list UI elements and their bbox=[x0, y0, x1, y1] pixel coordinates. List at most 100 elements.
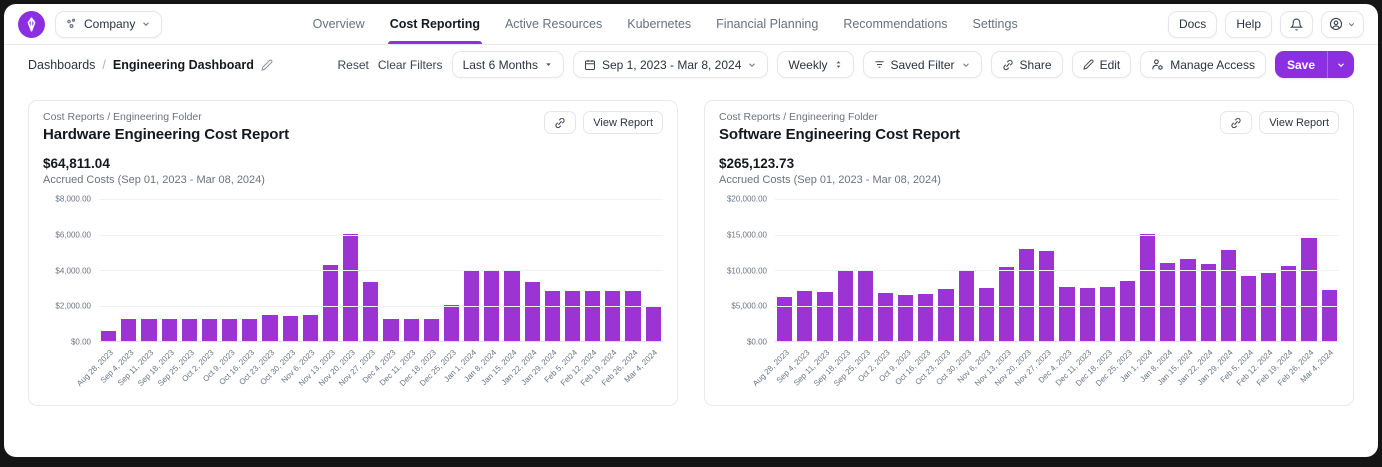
chart-bar[interactable] bbox=[545, 291, 560, 341]
chart-bar[interactable] bbox=[162, 319, 177, 341]
copy-link-button[interactable] bbox=[544, 111, 576, 134]
chart-bar[interactable] bbox=[525, 282, 540, 341]
save-button[interactable]: Save bbox=[1275, 51, 1327, 78]
chart-bar[interactable] bbox=[383, 319, 398, 341]
org-icon bbox=[66, 18, 78, 30]
breadcrumb-dashboards-link[interactable]: Dashboards bbox=[28, 58, 95, 72]
chart-bar[interactable] bbox=[565, 291, 580, 341]
nav-item-settings[interactable]: Settings bbox=[973, 4, 1018, 44]
granularity-label: Weekly bbox=[788, 58, 827, 72]
chart-bar[interactable] bbox=[262, 315, 277, 341]
chart-bar[interactable] bbox=[1322, 290, 1337, 341]
docs-button[interactable]: Docs bbox=[1168, 11, 1217, 38]
save-split-button[interactable]: Save bbox=[1275, 51, 1354, 78]
chart-bar[interactable] bbox=[121, 319, 136, 341]
granularity-select[interactable]: Weekly bbox=[777, 51, 853, 78]
chart-bar[interactable] bbox=[363, 282, 378, 341]
chart-bar[interactable] bbox=[1019, 249, 1034, 341]
chart-bar[interactable] bbox=[938, 289, 953, 341]
help-button[interactable]: Help bbox=[1225, 11, 1272, 38]
rename-pencil-icon[interactable] bbox=[261, 59, 273, 71]
chart-bar[interactable] bbox=[343, 234, 358, 341]
account-menu-button[interactable] bbox=[1321, 11, 1364, 38]
chart-bar[interactable] bbox=[444, 305, 459, 341]
gridline bbox=[775, 235, 1339, 236]
chart-bar[interactable] bbox=[817, 292, 832, 341]
gridline bbox=[775, 306, 1339, 307]
copy-link-button[interactable] bbox=[1220, 111, 1252, 134]
chart-bar[interactable] bbox=[101, 331, 116, 341]
dashboard-toolbar: Dashboards / Engineering Dashboard Reset… bbox=[4, 45, 1378, 84]
chart-bar[interactable] bbox=[999, 267, 1014, 341]
time-range-dropdown[interactable]: Last 6 Months bbox=[452, 51, 564, 78]
nav-item-cost-reporting[interactable]: Cost Reporting bbox=[390, 4, 480, 44]
card-actions: View Report bbox=[544, 111, 663, 134]
chart-bar[interactable] bbox=[1301, 238, 1316, 341]
chart-bar[interactable] bbox=[1100, 287, 1115, 341]
total-cost-value: $64,811.04 bbox=[43, 156, 663, 171]
chart-bar[interactable] bbox=[1281, 266, 1296, 341]
docs-label: Docs bbox=[1179, 17, 1206, 31]
view-report-button[interactable]: View Report bbox=[1259, 111, 1339, 134]
chart-bar[interactable] bbox=[1201, 264, 1216, 341]
chart-bar[interactable] bbox=[1140, 234, 1155, 341]
share-button[interactable]: Share bbox=[991, 51, 1063, 78]
chevron-down-icon bbox=[961, 60, 971, 70]
chart-bar[interactable] bbox=[646, 306, 661, 341]
nav-item-overview[interactable]: Overview bbox=[313, 4, 365, 44]
chart-bar[interactable] bbox=[303, 315, 318, 341]
chart-bar[interactable] bbox=[202, 319, 217, 341]
chart-bar[interactable] bbox=[1039, 251, 1054, 341]
company-label: Company bbox=[84, 17, 135, 31]
chart-bar[interactable] bbox=[1261, 273, 1276, 341]
chart-bar[interactable] bbox=[1120, 281, 1135, 341]
manage-access-button[interactable]: Manage Access bbox=[1140, 51, 1266, 78]
chart-bar[interactable] bbox=[222, 319, 237, 341]
chart-bar[interactable] bbox=[777, 297, 792, 341]
filter-icon bbox=[874, 59, 885, 70]
chart-bar[interactable] bbox=[605, 291, 620, 341]
nav-item-recommendations[interactable]: Recommendations bbox=[843, 4, 947, 44]
chart-bar[interactable] bbox=[404, 319, 419, 341]
company-switcher-button[interactable]: Company bbox=[55, 11, 162, 38]
y-axis: $20,000.00$15,000.00$10,000.00$5,000.00$… bbox=[719, 199, 775, 342]
vantage-logo-icon[interactable] bbox=[18, 11, 45, 38]
clear-filters-button[interactable]: Clear Filters bbox=[378, 58, 443, 72]
chart-bar[interactable] bbox=[182, 319, 197, 341]
chart-bar[interactable] bbox=[1221, 250, 1236, 341]
chart-bar[interactable] bbox=[323, 265, 338, 341]
y-tick-label: $20,000.00 bbox=[727, 195, 767, 204]
nav-item-financial-planning[interactable]: Financial Planning bbox=[716, 4, 818, 44]
reset-button[interactable]: Reset bbox=[338, 58, 369, 72]
notifications-button[interactable] bbox=[1280, 11, 1313, 38]
avatar-icon bbox=[1329, 17, 1343, 31]
save-options-button[interactable] bbox=[1327, 51, 1354, 78]
chart-bar[interactable] bbox=[1160, 263, 1175, 341]
chart-bar[interactable] bbox=[283, 316, 298, 341]
chart-bar[interactable] bbox=[797, 291, 812, 341]
chart-bar[interactable] bbox=[878, 293, 893, 341]
topbar-actions: Docs Help bbox=[1168, 11, 1364, 38]
chart-bar[interactable] bbox=[979, 288, 994, 341]
chart-bar[interactable] bbox=[1241, 276, 1256, 341]
chart-bar[interactable] bbox=[141, 319, 156, 341]
chart-bar[interactable] bbox=[585, 291, 600, 341]
chart-bar[interactable] bbox=[625, 291, 640, 341]
chart-bar[interactable] bbox=[1080, 288, 1095, 341]
chart-bar[interactable] bbox=[898, 295, 913, 341]
saved-filter-dropdown[interactable]: Saved Filter bbox=[863, 51, 982, 78]
nav-item-active-resources[interactable]: Active Resources bbox=[505, 4, 602, 44]
x-axis: Aug 28, 2023Sep 4, 2023Sep 11, 2023Sep 1… bbox=[775, 342, 1339, 398]
chart-bar[interactable] bbox=[918, 294, 933, 341]
bar-chart: $20,000.00$15,000.00$10,000.00$5,000.00$… bbox=[719, 199, 1339, 398]
chart-bar[interactable] bbox=[242, 319, 257, 341]
y-tick-label: $0.00 bbox=[71, 338, 91, 347]
edit-button[interactable]: Edit bbox=[1072, 51, 1132, 78]
view-report-button[interactable]: View Report bbox=[583, 111, 663, 134]
nav-item-kubernetes[interactable]: Kubernetes bbox=[627, 4, 691, 44]
chart-bar[interactable] bbox=[1059, 287, 1074, 341]
breadcrumb: Dashboards / Engineering Dashboard bbox=[28, 58, 273, 72]
report-card-software: Cost Reports / Engineering Folder Softwa… bbox=[704, 100, 1354, 406]
chart-bar[interactable] bbox=[424, 319, 439, 341]
date-range-picker[interactable]: Sep 1, 2023 - Mar 8, 2024 bbox=[573, 51, 768, 78]
